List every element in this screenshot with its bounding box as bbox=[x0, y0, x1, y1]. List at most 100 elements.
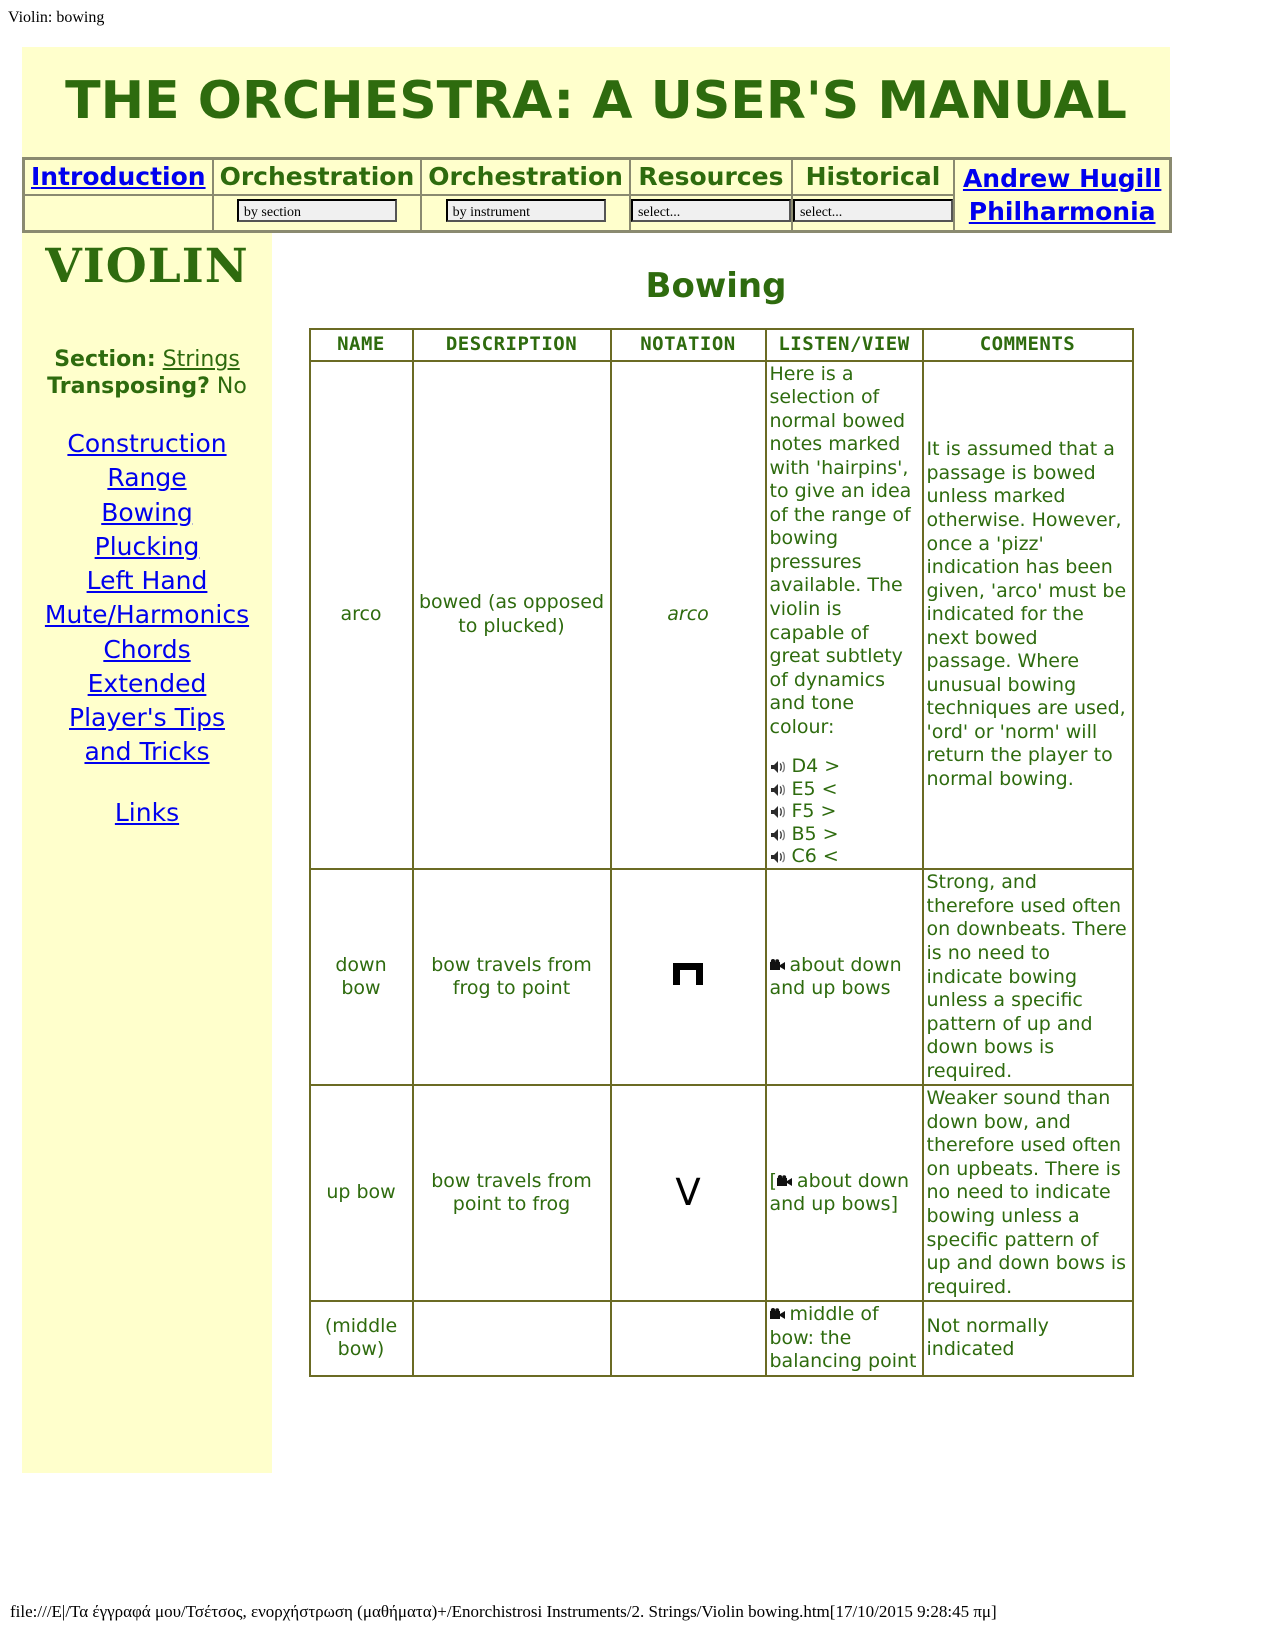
sidebar-item-bowing[interactable]: Bowing bbox=[22, 496, 272, 530]
cell-description-middle-bow bbox=[411, 1300, 612, 1377]
column-header-notation: NOTATION bbox=[609, 328, 767, 362]
audio-label-d4[interactable]: D4 > bbox=[792, 755, 841, 777]
sidebar-item-extended[interactable]: Extended bbox=[22, 667, 272, 701]
cell-description-up-bow: bow travels from point to frog bbox=[411, 1084, 612, 1303]
speaker-icon bbox=[770, 783, 787, 797]
column-header-comments: COMMENTS bbox=[921, 328, 1134, 362]
file-path-footer: file:///E|/Τα έγγραφά μου/Τσέτσος, ενορχ… bbox=[10, 1602, 997, 1621]
audio-label-b5[interactable]: B5 > bbox=[792, 823, 839, 845]
column-header-description: DESCRIPTION bbox=[411, 328, 612, 362]
cell-name-middle-bow: (middle bow) bbox=[308, 1300, 414, 1377]
sidebar-item-links[interactable]: Links bbox=[22, 796, 272, 830]
nav-label-resources: Resources bbox=[638, 162, 784, 191]
select-by-instrument[interactable]: by instrument bbox=[445, 199, 606, 222]
sidebar-item-chords[interactable]: Chords bbox=[22, 633, 272, 667]
video-camera-icon bbox=[769, 958, 787, 972]
speaker-icon bbox=[770, 850, 787, 864]
nav-label-historical: Historical bbox=[805, 162, 941, 191]
cell-notation-middle-bow bbox=[609, 1300, 767, 1377]
meta-transposing-value: No bbox=[216, 374, 247, 400]
sidebar-item-range[interactable]: Range bbox=[22, 461, 272, 495]
audio-link-b5[interactable]: B5 > bbox=[770, 823, 919, 845]
bowing-techniques-table: NAME DESCRIPTION NOTATION LISTEN/VIEW CO… bbox=[308, 328, 1134, 1377]
nav-label-orchestration-instrument: Orchestration bbox=[428, 162, 623, 191]
down-bow-symbol-icon bbox=[673, 963, 703, 986]
up-bow-symbol-icon: V bbox=[675, 1171, 701, 1215]
select-historical[interactable]: select... bbox=[792, 199, 953, 222]
cell-listen-middle-bow[interactable]: middle of bow: the balancing point bbox=[764, 1300, 924, 1377]
audio-label-f5[interactable]: F5 > bbox=[792, 800, 837, 822]
nav-select-cell-historical[interactable]: select... bbox=[790, 194, 955, 233]
sidebar-item-mute-harmonics[interactable]: Mute/Harmonics bbox=[22, 598, 272, 632]
cell-name-arco: arco bbox=[308, 359, 414, 871]
nav-cell-resources: Resources bbox=[628, 157, 793, 196]
meta-transposing-label: Transposing? bbox=[47, 374, 210, 400]
listen-text-middle-bow[interactable]: middle of bow: the balancing point bbox=[770, 1303, 917, 1372]
nav-select-cell-by-section[interactable]: by section bbox=[211, 194, 423, 233]
sidebar-links: Construction Range Bowing Plucking Left … bbox=[22, 427, 272, 830]
credit-philharmonia[interactable]: Philharmonia bbox=[955, 195, 1169, 228]
nav-cell-orchestration-instrument: Orchestration bbox=[420, 157, 631, 196]
cell-name-down-bow: down bow bbox=[308, 868, 414, 1087]
select-by-section[interactable]: by section bbox=[236, 199, 397, 222]
column-header-listen-view: LISTEN/VIEW bbox=[764, 328, 924, 362]
audio-link-d4[interactable]: D4 > bbox=[770, 755, 919, 777]
audio-label-c6[interactable]: C6 < bbox=[792, 845, 839, 867]
sidebar-links-gap bbox=[22, 770, 272, 796]
nav-cell-orchestration-section: Orchestration bbox=[211, 157, 423, 196]
credit-andrew-hugill[interactable]: Andrew Hugill bbox=[955, 162, 1169, 195]
video-camera-icon bbox=[769, 1308, 787, 1321]
notation-text-arco: arco bbox=[667, 603, 709, 626]
cell-listen-up-bow[interactable]: [about down and up bows] bbox=[764, 1084, 924, 1303]
nav-cell-historical: Historical bbox=[790, 157, 955, 196]
nav-cell-introduction[interactable]: Introduction bbox=[22, 157, 214, 196]
cell-listen-down-bow[interactable]: about down and up bows bbox=[764, 868, 924, 1087]
listen-text-down-bow[interactable]: about down and up bows bbox=[770, 954, 902, 1000]
cell-notation-up-bow: V bbox=[609, 1084, 767, 1303]
meta-section-label: Section: bbox=[54, 347, 156, 373]
table-row: arco bowed (as opposed to plucked) arco … bbox=[308, 359, 1134, 871]
audio-label-e5[interactable]: E5 < bbox=[792, 778, 838, 800]
select-resources[interactable]: select... bbox=[630, 199, 791, 222]
nav-select-cell-resources[interactable]: select... bbox=[628, 194, 793, 233]
table-row: (middle bow) middle of bow: the balancin… bbox=[308, 1300, 1134, 1377]
print-header: Violin: bowing bbox=[8, 9, 105, 26]
cell-comments-up-bow: Weaker sound than down bow, and therefor… bbox=[921, 1084, 1134, 1303]
instrument-meta: Section: Strings Transposing? No bbox=[22, 347, 272, 401]
table-header-row: NAME DESCRIPTION NOTATION LISTEN/VIEW CO… bbox=[308, 328, 1134, 362]
column-header-name: NAME bbox=[308, 328, 414, 362]
listen-prefix-bracket: [ bbox=[769, 1169, 777, 1192]
audio-link-c6[interactable]: C6 < bbox=[770, 845, 919, 867]
cell-description-down-bow: bow travels from frog to point bbox=[411, 868, 612, 1087]
section-title-bowing: Bowing bbox=[645, 266, 787, 306]
sidebar-item-and-tricks[interactable]: and Tricks bbox=[22, 735, 272, 769]
cell-name-up-bow: up bow bbox=[308, 1084, 414, 1303]
meta-transposing-row: Transposing? No bbox=[22, 374, 272, 401]
video-camera-icon bbox=[776, 1174, 794, 1188]
nav-row-labels: Introduction Orchestration Orchestration… bbox=[22, 157, 1172, 233]
table-row: up bow bow travels from point to frog V … bbox=[308, 1084, 1134, 1303]
nav-cell-credits[interactable]: Andrew Hugill Philharmonia bbox=[952, 157, 1172, 233]
page-title-instrument: VIOLIN bbox=[45, 239, 249, 294]
audio-link-e5[interactable]: E5 < bbox=[770, 778, 919, 800]
nav-select-cell-by-instrument[interactable]: by instrument bbox=[420, 194, 631, 233]
main-column: Bowing NAME DESCRIPTION NOTATION LISTEN/… bbox=[272, 233, 1170, 1377]
cell-notation-arco: arco bbox=[609, 359, 767, 871]
sidebar-item-construction[interactable]: Construction bbox=[22, 427, 272, 461]
cell-comments-middle-bow: Not normally indicated bbox=[921, 1300, 1134, 1377]
speaker-icon bbox=[770, 828, 787, 842]
speaker-icon bbox=[770, 760, 787, 774]
audio-link-f5[interactable]: F5 > bbox=[770, 800, 919, 822]
sidebar-item-players-tips[interactable]: Player's Tips bbox=[22, 701, 272, 735]
meta-section-link-strings[interactable]: Strings bbox=[163, 347, 240, 372]
listen-suffix-bracket: ] bbox=[890, 1193, 898, 1216]
cell-comments-arco: It is assumed that a passage is bowed un… bbox=[921, 359, 1134, 871]
sidebar-item-plucking[interactable]: Plucking bbox=[22, 530, 272, 564]
sidebar-item-left-hand[interactable]: Left Hand bbox=[22, 564, 272, 598]
sidebar: VIOLIN Section: Strings Transposing? No … bbox=[22, 233, 272, 1473]
speaker-icon bbox=[770, 805, 787, 819]
site-banner-title: THE ORCHESTRA: A USER'S MANUAL bbox=[65, 71, 1127, 131]
page-container: THE ORCHESTRA: A USER'S MANUAL Introduct… bbox=[22, 47, 1173, 1473]
nav-label-introduction[interactable]: Introduction bbox=[25, 160, 212, 194]
listen-intro-text: Here is a selection of normal bowed note… bbox=[769, 362, 912, 738]
